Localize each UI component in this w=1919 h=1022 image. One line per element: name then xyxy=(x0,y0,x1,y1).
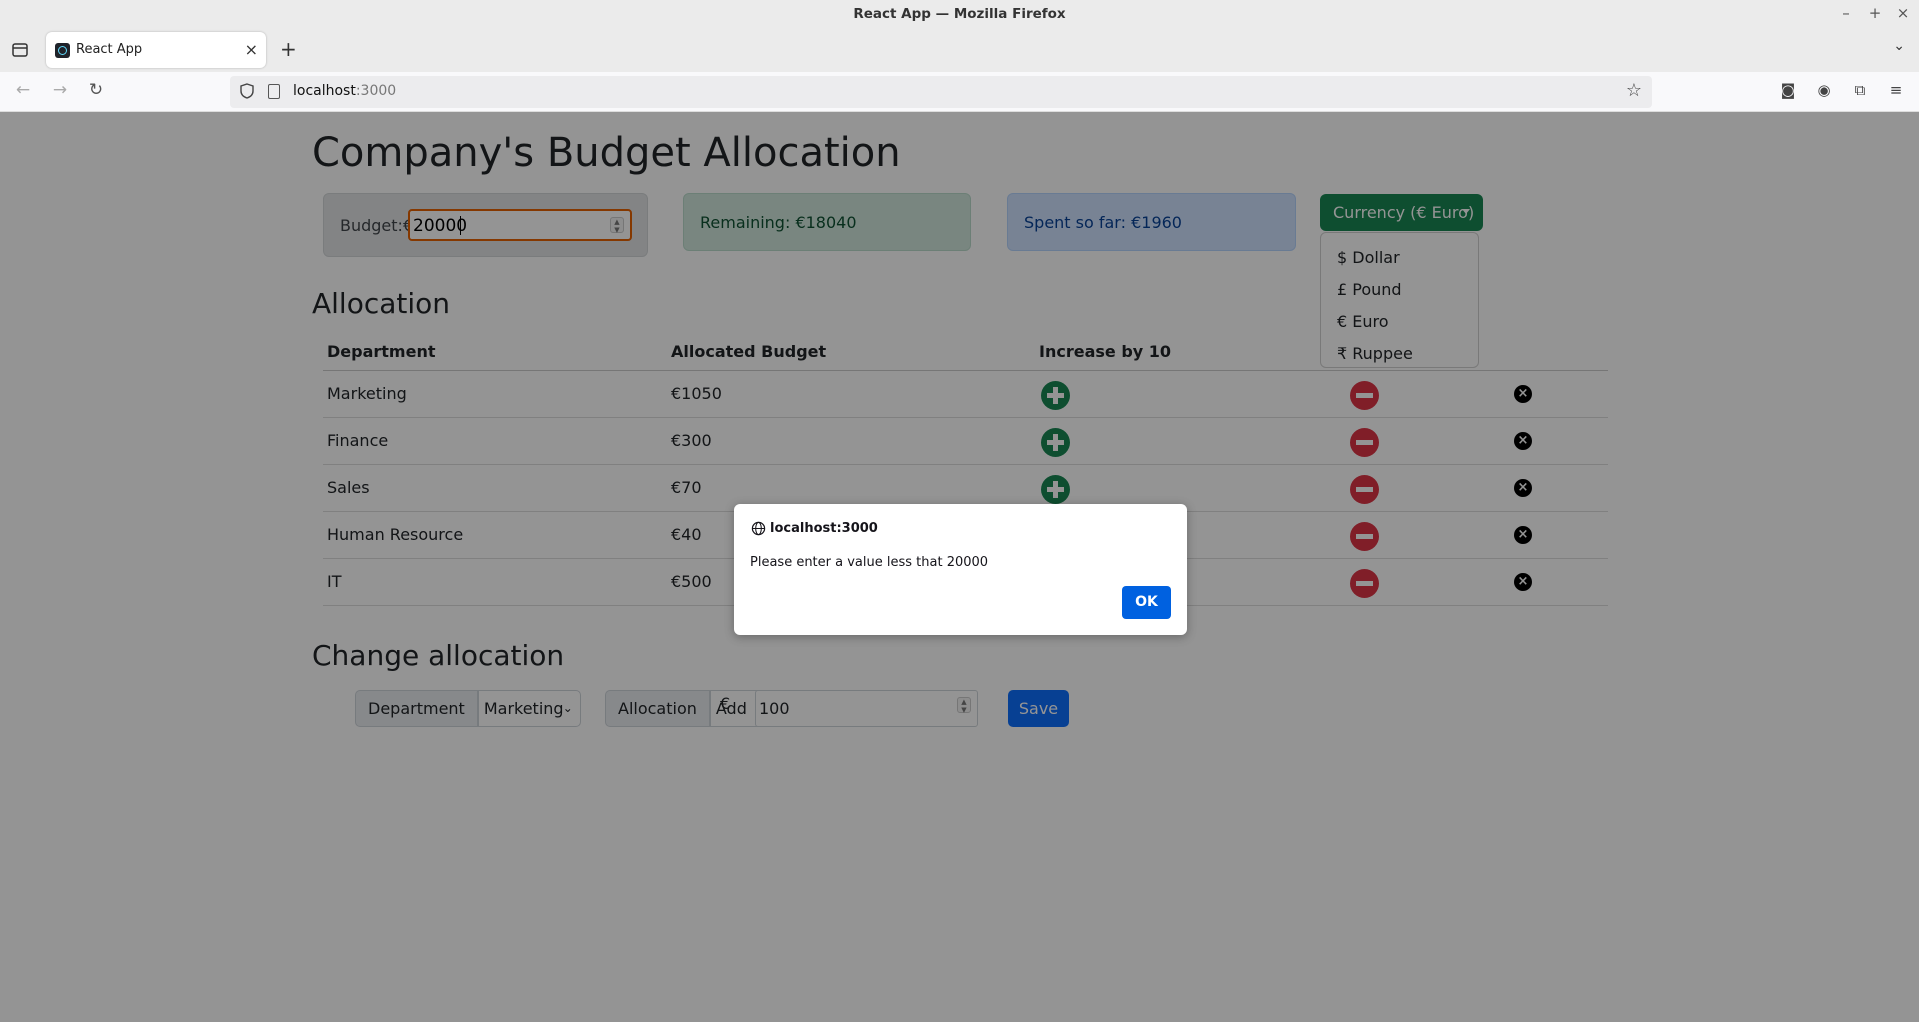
page-info-icon[interactable] xyxy=(268,84,280,99)
reload-icon[interactable]: ↻ xyxy=(84,80,108,100)
alert-dialog: localhost:3000 Please enter a value less… xyxy=(734,504,1187,635)
globe-icon xyxy=(751,521,766,536)
minimize-icon[interactable]: – xyxy=(1836,4,1856,22)
account-icon[interactable]: ◉ xyxy=(1814,81,1834,101)
tab-close-icon[interactable]: × xyxy=(245,40,258,59)
extensions-icon[interactable]: ⧉ xyxy=(1850,81,1870,101)
firefox-view-icon[interactable] xyxy=(10,40,30,60)
app-menu-icon[interactable]: ≡ xyxy=(1886,81,1906,101)
bookmark-star-icon[interactable]: ☆ xyxy=(1626,80,1642,101)
alert-message: Please enter a value less that 20000 xyxy=(750,555,989,570)
tab-bar: React App × + ⌄ xyxy=(0,28,1919,72)
window-title: React App — Mozilla Firefox xyxy=(853,6,1066,22)
alert-host: localhost:3000 xyxy=(770,521,878,536)
tab-react-app[interactable]: React App × xyxy=(46,32,266,68)
address-bar[interactable]: localhost:3000 ☆ xyxy=(230,76,1652,108)
tab-label: React App xyxy=(76,42,143,57)
new-tab-icon[interactable]: + xyxy=(280,37,297,61)
list-all-tabs-icon[interactable]: ⌄ xyxy=(1893,38,1905,54)
forward-icon[interactable]: → xyxy=(48,80,72,100)
window-titlebar: React App — Mozilla Firefox – + × xyxy=(0,0,1919,28)
pocket-icon[interactable]: ◙ xyxy=(1778,81,1798,101)
maximize-icon[interactable]: + xyxy=(1865,4,1885,22)
nav-bar: ← → ↻ localhost:3000 ☆ ◙ ◉ ⧉ ≡ xyxy=(0,72,1919,112)
url-text: localhost:3000 xyxy=(293,83,397,99)
tracking-shield-icon[interactable] xyxy=(240,83,254,99)
alert-ok-button[interactable]: OK xyxy=(1122,586,1171,619)
react-favicon-icon xyxy=(55,43,70,58)
close-window-icon[interactable]: × xyxy=(1893,4,1913,22)
back-icon[interactable]: ← xyxy=(11,80,35,100)
